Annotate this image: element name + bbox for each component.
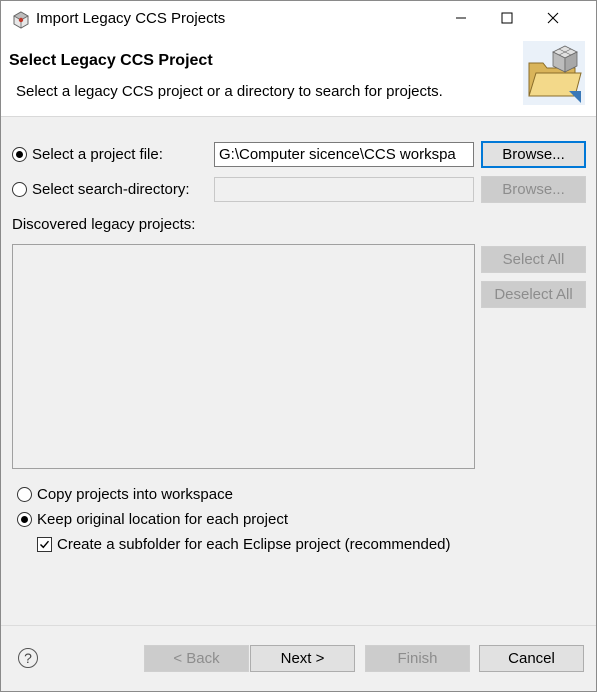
create-subfolder-label: Create a subfolder for each Eclipse proj… <box>57 536 451 553</box>
page-title: Select Legacy CCS Project <box>9 52 213 69</box>
discovered-projects-list[interactable] <box>12 244 475 469</box>
minimize-button[interactable] <box>438 1 484 38</box>
search-directory-radio[interactable]: Select search-directory: <box>12 181 190 198</box>
search-directory-input <box>214 177 474 202</box>
back-button: < Back <box>144 645 249 672</box>
close-button[interactable] <box>530 1 576 38</box>
project-file-input[interactable]: G:\Computer sicence\CCS workspa <box>214 142 474 167</box>
maximize-icon <box>501 11 513 28</box>
eclipse-ccs-icon <box>12 11 30 29</box>
next-button[interactable]: Next > <box>250 645 355 672</box>
project-file-radio[interactable]: Select a project file: <box>12 146 163 163</box>
wizard-header: Select Legacy CCS Project Select a legac… <box>1 38 596 117</box>
copy-into-workspace-radio-dot[interactable] <box>17 487 32 502</box>
title-bar: Import Legacy CCS Projects <box>1 1 596 38</box>
checkmark-icon <box>40 540 50 549</box>
copy-into-workspace-label: Copy projects into workspace <box>37 486 233 503</box>
search-directory-radio-dot[interactable] <box>12 182 27 197</box>
cancel-button[interactable]: Cancel <box>479 645 584 672</box>
copy-into-workspace-radio[interactable]: Copy projects into workspace <box>17 486 233 503</box>
close-icon <box>547 11 559 28</box>
help-icon[interactable]: ? <box>18 648 38 668</box>
window-title: Import Legacy CCS Projects <box>36 10 226 27</box>
project-file-radio-dot[interactable] <box>12 147 27 162</box>
select-all-button: Select All <box>481 246 586 273</box>
browse-project-file-button[interactable]: Browse... <box>481 141 586 168</box>
import-dialog: Import Legacy CCS Projects Select Legacy… <box>0 0 597 692</box>
create-subfolder-checkbox[interactable]: Create a subfolder for each Eclipse proj… <box>37 536 451 553</box>
search-directory-label: Select search-directory: <box>32 181 190 198</box>
minimize-icon <box>455 11 467 28</box>
discovered-projects-label: Discovered legacy projects: <box>12 216 196 233</box>
keep-original-location-radio-dot[interactable] <box>17 512 32 527</box>
finish-button: Finish <box>365 645 470 672</box>
browse-directory-button: Browse... <box>481 176 586 203</box>
maximize-button[interactable] <box>484 1 530 38</box>
import-folder-banner-icon <box>523 41 585 105</box>
footer-separator <box>1 625 596 626</box>
create-subfolder-check[interactable] <box>37 537 52 552</box>
keep-original-location-label: Keep original location for each project <box>37 511 288 528</box>
page-description: Select a legacy CCS project or a directo… <box>16 83 443 100</box>
deselect-all-button: Deselect All <box>481 281 586 308</box>
project-file-label: Select a project file: <box>32 146 163 163</box>
keep-original-location-radio[interactable]: Keep original location for each project <box>17 511 288 528</box>
